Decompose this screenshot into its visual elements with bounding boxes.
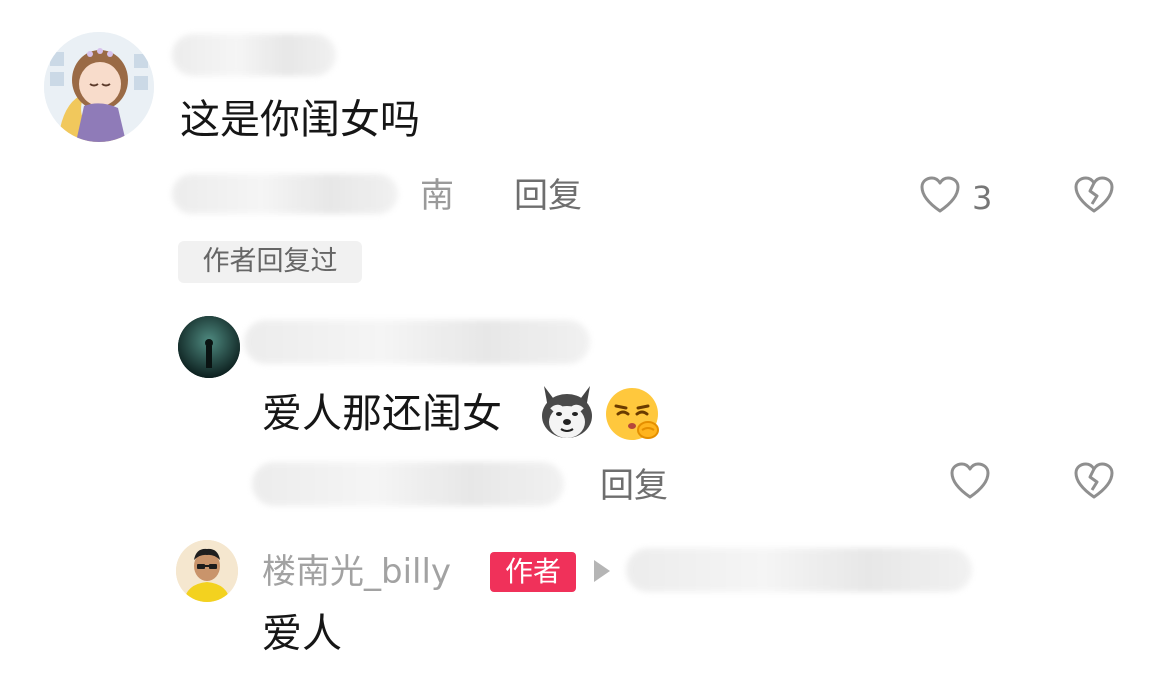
author-username[interactable]: 楼南光_billy: [262, 550, 451, 594]
author-reply-text: 爱人: [262, 611, 342, 657]
heart-icon: [950, 462, 990, 499]
like-button[interactable]: [950, 462, 990, 504]
author-replied-tag[interactable]: 作者回复过: [178, 241, 362, 283]
comment-location-text: 南: [420, 176, 454, 216]
reply-to-arrow-icon: [594, 560, 610, 582]
author-avatar[interactable]: [176, 540, 238, 602]
heart-icon: [920, 176, 960, 213]
dislike-button[interactable]: [1074, 462, 1114, 504]
broken-heart-icon: [1074, 462, 1114, 499]
author-badge: 作者: [490, 552, 576, 592]
broken-heart-icon: [1074, 176, 1114, 213]
like-button[interactable]: [920, 176, 960, 218]
reply-button[interactable]: 回复: [514, 176, 582, 216]
comment-text: 这是你闺女吗: [180, 97, 420, 143]
blurred-reply-target-username: [626, 548, 972, 592]
blurred-username: [172, 34, 336, 76]
shushing-face-emoji: [604, 386, 662, 446]
husky-dog-emoji: [538, 384, 596, 444]
girl-cartoon-avatar-image: [44, 32, 154, 142]
reply-text: 爱人那还闺女: [262, 391, 502, 437]
dark-figure-avatar-image: [178, 316, 240, 378]
commenter-avatar[interactable]: [44, 32, 154, 142]
blurred-username: [244, 320, 590, 364]
man-in-yellow-avatar-image: [176, 540, 238, 602]
blurred-metadata: [172, 174, 398, 214]
like-count: 3: [972, 179, 993, 217]
reply-avatar[interactable]: [178, 316, 240, 378]
dislike-button[interactable]: [1074, 176, 1114, 218]
reply-button[interactable]: 回复: [600, 466, 668, 506]
blurred-metadata: [252, 462, 564, 506]
